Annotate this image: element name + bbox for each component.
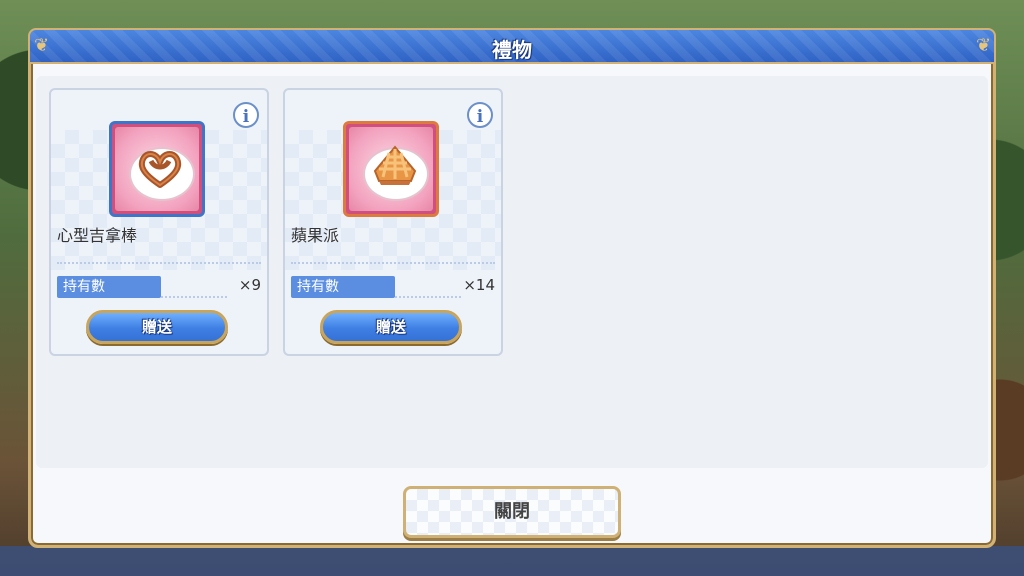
gift-card: i 心型吉拿棒 持有數 ×9 贈送 bbox=[49, 88, 269, 356]
gift-name: 心型吉拿棒 bbox=[57, 226, 138, 245]
divider bbox=[161, 296, 227, 298]
info-icon[interactable]: i bbox=[467, 102, 493, 128]
apple-pie-icon bbox=[373, 145, 417, 185]
give-button[interactable]: 贈送 bbox=[86, 310, 228, 344]
dialog-title: 禮物 bbox=[492, 38, 532, 62]
gift-dialog: ❦ 禮物 ❦ i 心型吉拿棒 持有數 ×9 贈送 i 蘋果派 持有數 ×14 贈… bbox=[28, 28, 996, 548]
gift-thumbnail bbox=[109, 121, 205, 217]
owned-count-value: ×9 bbox=[238, 276, 261, 294]
divider bbox=[291, 262, 495, 264]
close-button[interactable]: 關閉 bbox=[403, 486, 621, 538]
ornament-right-icon: ❦ bbox=[976, 35, 992, 56]
pretzel-churro-icon bbox=[138, 151, 182, 188]
gift-list: i 心型吉拿棒 持有數 ×9 贈送 i 蘋果派 持有數 ×14 贈送 bbox=[36, 76, 988, 468]
owned-count-label: 持有數 bbox=[57, 276, 161, 298]
gift-card: i 蘋果派 持有數 ×14 贈送 bbox=[283, 88, 503, 356]
divider bbox=[395, 296, 461, 298]
dialog-title-bar: ❦ 禮物 ❦ bbox=[28, 28, 996, 64]
divider bbox=[57, 262, 261, 264]
background-nav-bar bbox=[0, 546, 1024, 576]
gift-name: 蘋果派 bbox=[291, 226, 340, 245]
give-button[interactable]: 贈送 bbox=[320, 310, 462, 344]
gift-thumbnail bbox=[343, 121, 439, 217]
owned-count-value: ×14 bbox=[463, 276, 495, 294]
owned-count-label: 持有數 bbox=[291, 276, 395, 298]
info-icon[interactable]: i bbox=[233, 102, 259, 128]
